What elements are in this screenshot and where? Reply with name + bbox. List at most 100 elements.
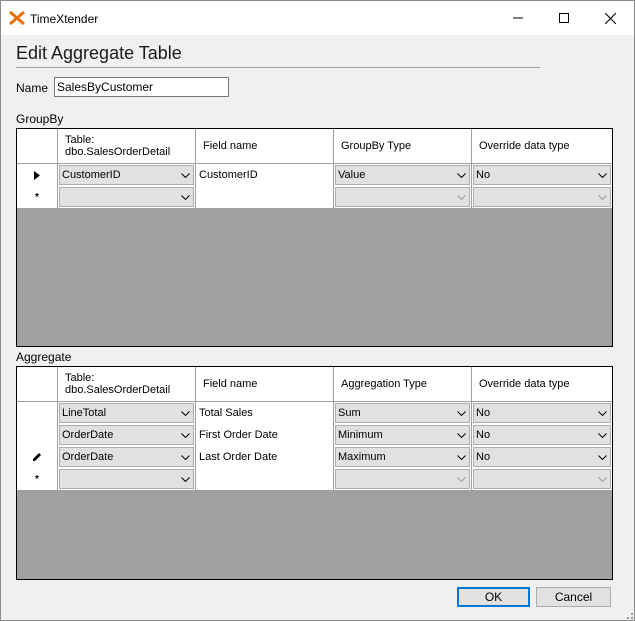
aggregate-override-combo[interactable] xyxy=(473,469,611,489)
chevron-down-icon[interactable] xyxy=(177,404,193,422)
aggregate-type-combo[interactable] xyxy=(335,469,470,489)
row-selector[interactable] xyxy=(17,164,58,186)
aggregate-col-type[interactable]: Aggregation Type xyxy=(334,367,472,401)
groupby-type-combo[interactable] xyxy=(335,187,470,207)
aggregate-row[interactable]: LineTotal Total Sales Sum No xyxy=(17,402,612,425)
aggregate-type-combo[interactable]: Minimum xyxy=(335,425,470,445)
close-button[interactable] xyxy=(587,1,633,35)
aggregate-override-combo[interactable]: No xyxy=(473,403,611,423)
groupby-field-combo[interactable]: CustomerID xyxy=(59,165,194,185)
resize-grip-icon[interactable] xyxy=(623,609,633,619)
groupby-col-table[interactable]: Table: dbo.SalesOrderDetail xyxy=(58,129,196,163)
minimize-icon xyxy=(513,17,523,19)
aggregate-new-row[interactable]: * xyxy=(17,468,612,491)
groupby-override-cell[interactable] xyxy=(472,186,612,208)
groupby-new-row[interactable]: * xyxy=(17,186,612,209)
chevron-down-icon[interactable] xyxy=(594,404,610,422)
chevron-down-icon[interactable] xyxy=(453,188,469,206)
groupby-label: GroupBy xyxy=(16,112,64,126)
chevron-down-icon[interactable] xyxy=(594,166,610,184)
groupby-row[interactable]: CustomerID CustomerID Value No xyxy=(17,164,612,187)
aggregate-field-combo[interactable]: OrderDate xyxy=(59,447,194,467)
groupby-col-type[interactable]: GroupBy Type xyxy=(334,129,472,163)
aggregate-col-override[interactable]: Override data type xyxy=(472,367,612,401)
aggregate-row[interactable]: OrderDate Last Order Date Maximum No xyxy=(17,446,612,469)
aggregate-field-combo[interactable] xyxy=(59,469,194,489)
ok-button[interactable]: OK xyxy=(457,587,530,607)
aggregate-field-value: LineTotal xyxy=(62,407,107,419)
aggregate-grid-header: Table: dbo.SalesOrderDetail Field name A… xyxy=(17,367,612,402)
chevron-down-icon[interactable] xyxy=(594,426,610,444)
groupby-override-combo[interactable]: No xyxy=(473,165,611,185)
groupby-field-value: CustomerID xyxy=(62,169,121,181)
aggregate-field-cell[interactable]: LineTotal xyxy=(58,402,196,424)
aggregate-row[interactable]: OrderDate First Order Date Minimum No xyxy=(17,424,612,447)
aggregate-name-cell[interactable]: Total Sales xyxy=(196,402,334,424)
groupby-field-cell[interactable]: CustomerID xyxy=(58,164,196,186)
aggregate-name-cell[interactable]: Last Order Date xyxy=(196,446,334,468)
chevron-down-icon[interactable] xyxy=(594,188,610,206)
chevron-down-icon[interactable] xyxy=(177,448,193,466)
chevron-down-icon[interactable] xyxy=(177,166,193,184)
groupby-override-combo[interactable] xyxy=(473,187,611,207)
aggregate-type-cell[interactable] xyxy=(334,468,472,490)
name-input[interactable]: SalesByCustomer xyxy=(54,77,229,97)
aggregate-field-cell[interactable]: OrderDate xyxy=(58,424,196,446)
aggregate-override-cell[interactable]: No xyxy=(472,402,612,424)
name-label: Name xyxy=(16,81,49,95)
aggregate-grid[interactable]: Table: dbo.SalesOrderDetail Field name A… xyxy=(16,366,613,580)
chevron-down-icon[interactable] xyxy=(177,188,193,206)
aggregate-type-cell[interactable]: Sum xyxy=(334,402,472,424)
groupby-name-cell[interactable]: CustomerID xyxy=(196,164,334,186)
aggregate-name-cell[interactable]: First Order Date xyxy=(196,424,334,446)
aggregate-col-table[interactable]: Table: dbo.SalesOrderDetail xyxy=(58,367,196,401)
aggregate-override-cell[interactable] xyxy=(472,468,612,490)
groupby-col-override[interactable]: Override data type xyxy=(472,129,612,163)
maximize-button[interactable] xyxy=(541,1,587,35)
groupby-col-fieldname[interactable]: Field name xyxy=(196,129,334,163)
chevron-down-icon[interactable] xyxy=(594,470,610,488)
aggregate-type-combo[interactable]: Maximum xyxy=(335,447,470,467)
chevron-down-icon[interactable] xyxy=(453,404,469,422)
row-selector[interactable]: * xyxy=(17,186,58,208)
aggregate-override-cell[interactable]: No xyxy=(472,446,612,468)
chevron-down-icon[interactable] xyxy=(453,448,469,466)
groupby-override-cell[interactable]: No xyxy=(472,164,612,186)
groupby-type-cell[interactable]: Value xyxy=(334,164,472,186)
chevron-down-icon[interactable] xyxy=(594,448,610,466)
chevron-down-icon[interactable] xyxy=(453,166,469,184)
aggregate-type-cell[interactable]: Minimum xyxy=(334,424,472,446)
row-selector[interactable] xyxy=(17,446,58,468)
aggregate-col-fieldname[interactable]: Field name xyxy=(196,367,334,401)
aggregate-type-combo[interactable]: Sum xyxy=(335,403,470,423)
chevron-down-icon[interactable] xyxy=(453,426,469,444)
aggregate-field-cell[interactable] xyxy=(58,468,196,490)
aggregate-override-combo[interactable]: No xyxy=(473,425,611,445)
cancel-button[interactable]: Cancel xyxy=(536,587,611,607)
groupby-name-cell[interactable] xyxy=(196,186,334,208)
aggregate-field-combo[interactable]: LineTotal xyxy=(59,403,194,423)
aggregate-field-cell[interactable]: OrderDate xyxy=(58,446,196,468)
groupby-type-combo[interactable]: Value xyxy=(335,165,470,185)
aggregate-label: Aggregate xyxy=(16,350,72,364)
aggregate-override-combo[interactable]: No xyxy=(473,447,611,467)
row-selector[interactable]: * xyxy=(17,468,58,490)
row-selector[interactable] xyxy=(17,402,58,424)
chevron-down-icon[interactable] xyxy=(177,426,193,444)
aggregate-override-value: No xyxy=(476,429,491,441)
chevron-down-icon[interactable] xyxy=(177,470,193,488)
aggregate-name-cell[interactable] xyxy=(196,468,334,490)
groupby-override-value: No xyxy=(476,169,491,181)
aggregate-override-cell[interactable]: No xyxy=(472,424,612,446)
groupby-field-cell[interactable] xyxy=(58,186,196,208)
chevron-down-icon[interactable] xyxy=(453,470,469,488)
minimize-button[interactable] xyxy=(495,1,541,35)
row-selector[interactable] xyxy=(17,424,58,446)
aggregate-type-cell[interactable]: Maximum xyxy=(334,446,472,468)
groupby-grid-header: Table: dbo.SalesOrderDetail Field name G… xyxy=(17,129,612,164)
aggregate-field-combo[interactable]: OrderDate xyxy=(59,425,194,445)
groupby-type-cell[interactable] xyxy=(334,186,472,208)
groupby-grid[interactable]: Table: dbo.SalesOrderDetail Field name G… xyxy=(16,128,613,347)
dialog-heading: Edit Aggregate Table xyxy=(16,43,182,63)
groupby-field-combo[interactable] xyxy=(59,187,194,207)
